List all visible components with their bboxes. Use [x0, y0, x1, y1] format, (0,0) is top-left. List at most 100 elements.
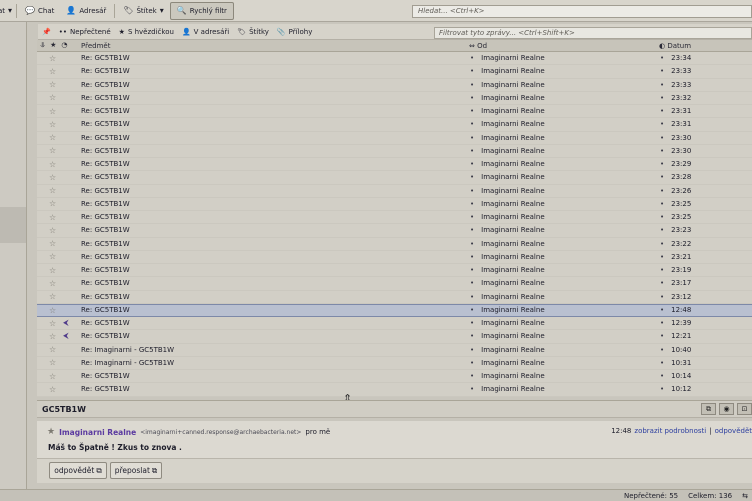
- message-row[interactable]: ☆ Re: GC5TB1W • Imaginarni Realne • 23:23: [37, 224, 752, 238]
- star-icon[interactable]: ☆: [49, 306, 63, 315]
- message-row[interactable]: ☆ Re: GC5TB1W • Imaginarni Realne • 10:14: [37, 370, 752, 384]
- filter-starred-button[interactable]: ★ S hvězdičkou: [115, 28, 178, 36]
- read-status-icon[interactable]: •: [470, 120, 474, 128]
- message-row[interactable]: ☆ Re: GC5TB1W • Imaginarni Realne • 23:12: [37, 291, 752, 304]
- read-status-icon[interactable]: •: [470, 293, 474, 301]
- column-date[interactable]: ◐ Datum: [655, 42, 752, 50]
- star-icon[interactable]: ☆: [49, 319, 63, 328]
- read-status-icon[interactable]: •: [470, 54, 474, 62]
- message-row[interactable]: ☆ Re: GC5TB1W • Imaginarni Realne • 23:25: [37, 198, 752, 211]
- message-row[interactable]: ☆ Re: GC5TB1W • Imaginarni Realne • 23:30: [37, 132, 752, 145]
- read-status-icon[interactable]: •: [470, 94, 474, 102]
- filter-contacts-button[interactable]: 👤 V adresáři: [178, 28, 233, 36]
- addressbook-button[interactable]: 👤 Adresář: [60, 2, 112, 20]
- open-in-tab-icon[interactable]: ⧉: [701, 403, 716, 415]
- star-icon[interactable]: ☆: [49, 345, 63, 354]
- read-status-icon[interactable]: •: [470, 306, 474, 314]
- junk-status-icon[interactable]: •: [660, 266, 664, 274]
- read-status-icon[interactable]: •: [470, 359, 474, 367]
- read-status-icon[interactable]: •: [470, 279, 474, 287]
- read-status-icon[interactable]: •: [470, 372, 474, 380]
- quick-filter-button[interactable]: 🔍 Rychlý filtr: [169, 1, 234, 20]
- filter-attachments-button[interactable]: 📎 Přílohy: [273, 28, 316, 36]
- junk-status-icon[interactable]: •: [660, 319, 664, 327]
- message-row[interactable]: ☆ Re: GC5TB1W • Imaginarni Realne • 23:34: [37, 52, 752, 66]
- star-icon[interactable]: ☆: [49, 385, 63, 394]
- close-icon[interactable]: ⊡: [737, 403, 752, 415]
- junk-status-icon[interactable]: •: [660, 226, 664, 234]
- star-icon[interactable]: ☆: [49, 160, 63, 169]
- chat-button[interactable]: 💬 Chat: [19, 2, 60, 20]
- sender-address[interactable]: <imaginarni+canned.response@archaebacter…: [140, 429, 301, 436]
- junk-status-icon[interactable]: •: [660, 67, 664, 75]
- read-status-icon[interactable]: •: [470, 253, 474, 261]
- message-row[interactable]: ☆ Re: GC5TB1W • Imaginarni Realne • 23:19: [37, 264, 752, 278]
- message-row[interactable]: ☆ Re: GC5TB1W • Imaginarni Realne • 10:12: [37, 383, 752, 397]
- message-row[interactable]: ☆ Re: GC5TB1W • Imaginarni Realne • 12:48: [37, 303, 752, 317]
- read-status-icon[interactable]: •: [470, 173, 474, 181]
- forward-button[interactable]: přeposlat ⧉: [110, 462, 162, 479]
- read-status-icon[interactable]: •: [470, 266, 474, 274]
- read-status-icon[interactable]: •: [470, 319, 474, 327]
- star-icon[interactable]: ☆: [49, 226, 63, 235]
- read-status-icon[interactable]: •: [470, 226, 474, 234]
- junk-status-icon[interactable]: •: [660, 200, 664, 208]
- message-row[interactable]: ☆ Re: GC5TB1W • Imaginarni Realne • 23:28: [37, 171, 752, 185]
- star-icon[interactable]: ★: [47, 427, 55, 437]
- star-icon[interactable]: ☆: [49, 120, 63, 129]
- message-row[interactable]: ☆ Re: GC5TB1W • Imaginarni Realne • 23:26: [37, 185, 752, 198]
- junk-status-icon[interactable]: •: [660, 173, 664, 181]
- filter-messages-input[interactable]: Filtrovat tyto zprávy... <Ctrl+Shift+K>: [434, 27, 752, 39]
- message-row[interactable]: ☆ ⮜ Re: GC5TB1W • Imaginarni Realne • 12:21: [37, 330, 752, 344]
- star-column-icon[interactable]: ★: [50, 41, 56, 50]
- message-row[interactable]: ☆ Re: GC5TB1W • Imaginarni Realne • 23:25: [37, 211, 752, 225]
- message-row[interactable]: ☆ Re: GC5TB1W • Imaginarni Realne • 23:30: [37, 145, 752, 158]
- junk-status-icon[interactable]: •: [660, 134, 664, 142]
- toolbar-partial-button[interactable]: at ▾: [0, 2, 14, 20]
- junk-status-icon[interactable]: •: [660, 332, 664, 340]
- read-status-icon[interactable]: •: [470, 332, 474, 340]
- star-icon[interactable]: ☆: [49, 107, 63, 116]
- star-icon[interactable]: ☆: [49, 213, 63, 222]
- show-details-link[interactable]: zobrazit podrobnosti: [634, 427, 706, 435]
- read-status-icon[interactable]: •: [470, 81, 474, 89]
- junk-status-icon[interactable]: •: [660, 54, 664, 62]
- junk-status-icon[interactable]: •: [660, 81, 664, 89]
- tag-button[interactable]: 🏷 Štítek ▾: [117, 2, 169, 20]
- message-row[interactable]: ☆ Re: GC5TB1W • Imaginarni Realne • 23:31: [37, 118, 752, 132]
- reply-link[interactable]: odpovědět: [715, 427, 752, 435]
- read-status-icon[interactable]: •: [470, 147, 474, 155]
- read-status-icon[interactable]: •: [470, 385, 474, 393]
- read-status-icon[interactable]: •: [470, 187, 474, 195]
- junk-status-icon[interactable]: •: [660, 372, 664, 380]
- junk-status-icon[interactable]: •: [660, 385, 664, 393]
- message-row[interactable]: ☆ Re: GC5TB1W • Imaginarni Realne • 23:29: [37, 158, 752, 172]
- sticky-pin-button[interactable]: 📌: [38, 28, 55, 36]
- junk-status-icon[interactable]: •: [660, 306, 664, 314]
- junk-status-icon[interactable]: •: [660, 213, 664, 221]
- message-row[interactable]: ☆ Re: GC5TB1W • Imaginarni Realne • 23:33: [37, 65, 752, 79]
- read-status-icon[interactable]: •: [470, 213, 474, 221]
- star-icon[interactable]: ☆: [49, 186, 63, 195]
- junk-status-icon[interactable]: •: [660, 279, 664, 287]
- attachment-column-icon[interactable]: ◔: [61, 41, 67, 50]
- star-icon[interactable]: ☆: [49, 358, 63, 367]
- message-row[interactable]: ☆ Re: GC5TB1W • Imaginarni Realne • 23:31: [37, 105, 752, 119]
- star-icon[interactable]: ☆: [49, 292, 63, 301]
- read-status-icon[interactable]: •: [470, 200, 474, 208]
- read-status-icon[interactable]: •: [470, 240, 474, 248]
- star-icon[interactable]: ☆: [49, 173, 63, 182]
- reply-button[interactable]: odpovědět ⧉: [49, 462, 107, 479]
- message-row[interactable]: ☆ Re: GC5TB1W • Imaginarni Realne • 23:21: [37, 251, 752, 264]
- star-icon[interactable]: ☆: [49, 252, 63, 261]
- filter-tags-button[interactable]: 🏷 Štítky: [233, 28, 273, 36]
- message-row[interactable]: ☆ ⮜ Re: GC5TB1W • Imaginarni Realne • 12:39: [37, 317, 752, 331]
- junk-status-icon[interactable]: •: [660, 107, 664, 115]
- column-subject[interactable]: Předmět: [75, 42, 465, 50]
- junk-status-icon[interactable]: •: [660, 253, 664, 261]
- message-row[interactable]: ☆ Re: GC5TB1W • Imaginarni Realne • 23:32: [37, 92, 752, 105]
- read-status-icon[interactable]: •: [470, 346, 474, 354]
- junk-status-icon[interactable]: •: [660, 293, 664, 301]
- message-row[interactable]: ☆ Re: Imaginarni - GC5TB1W • Imaginarni Rea…: [37, 344, 752, 357]
- star-icon[interactable]: ☆: [49, 146, 63, 155]
